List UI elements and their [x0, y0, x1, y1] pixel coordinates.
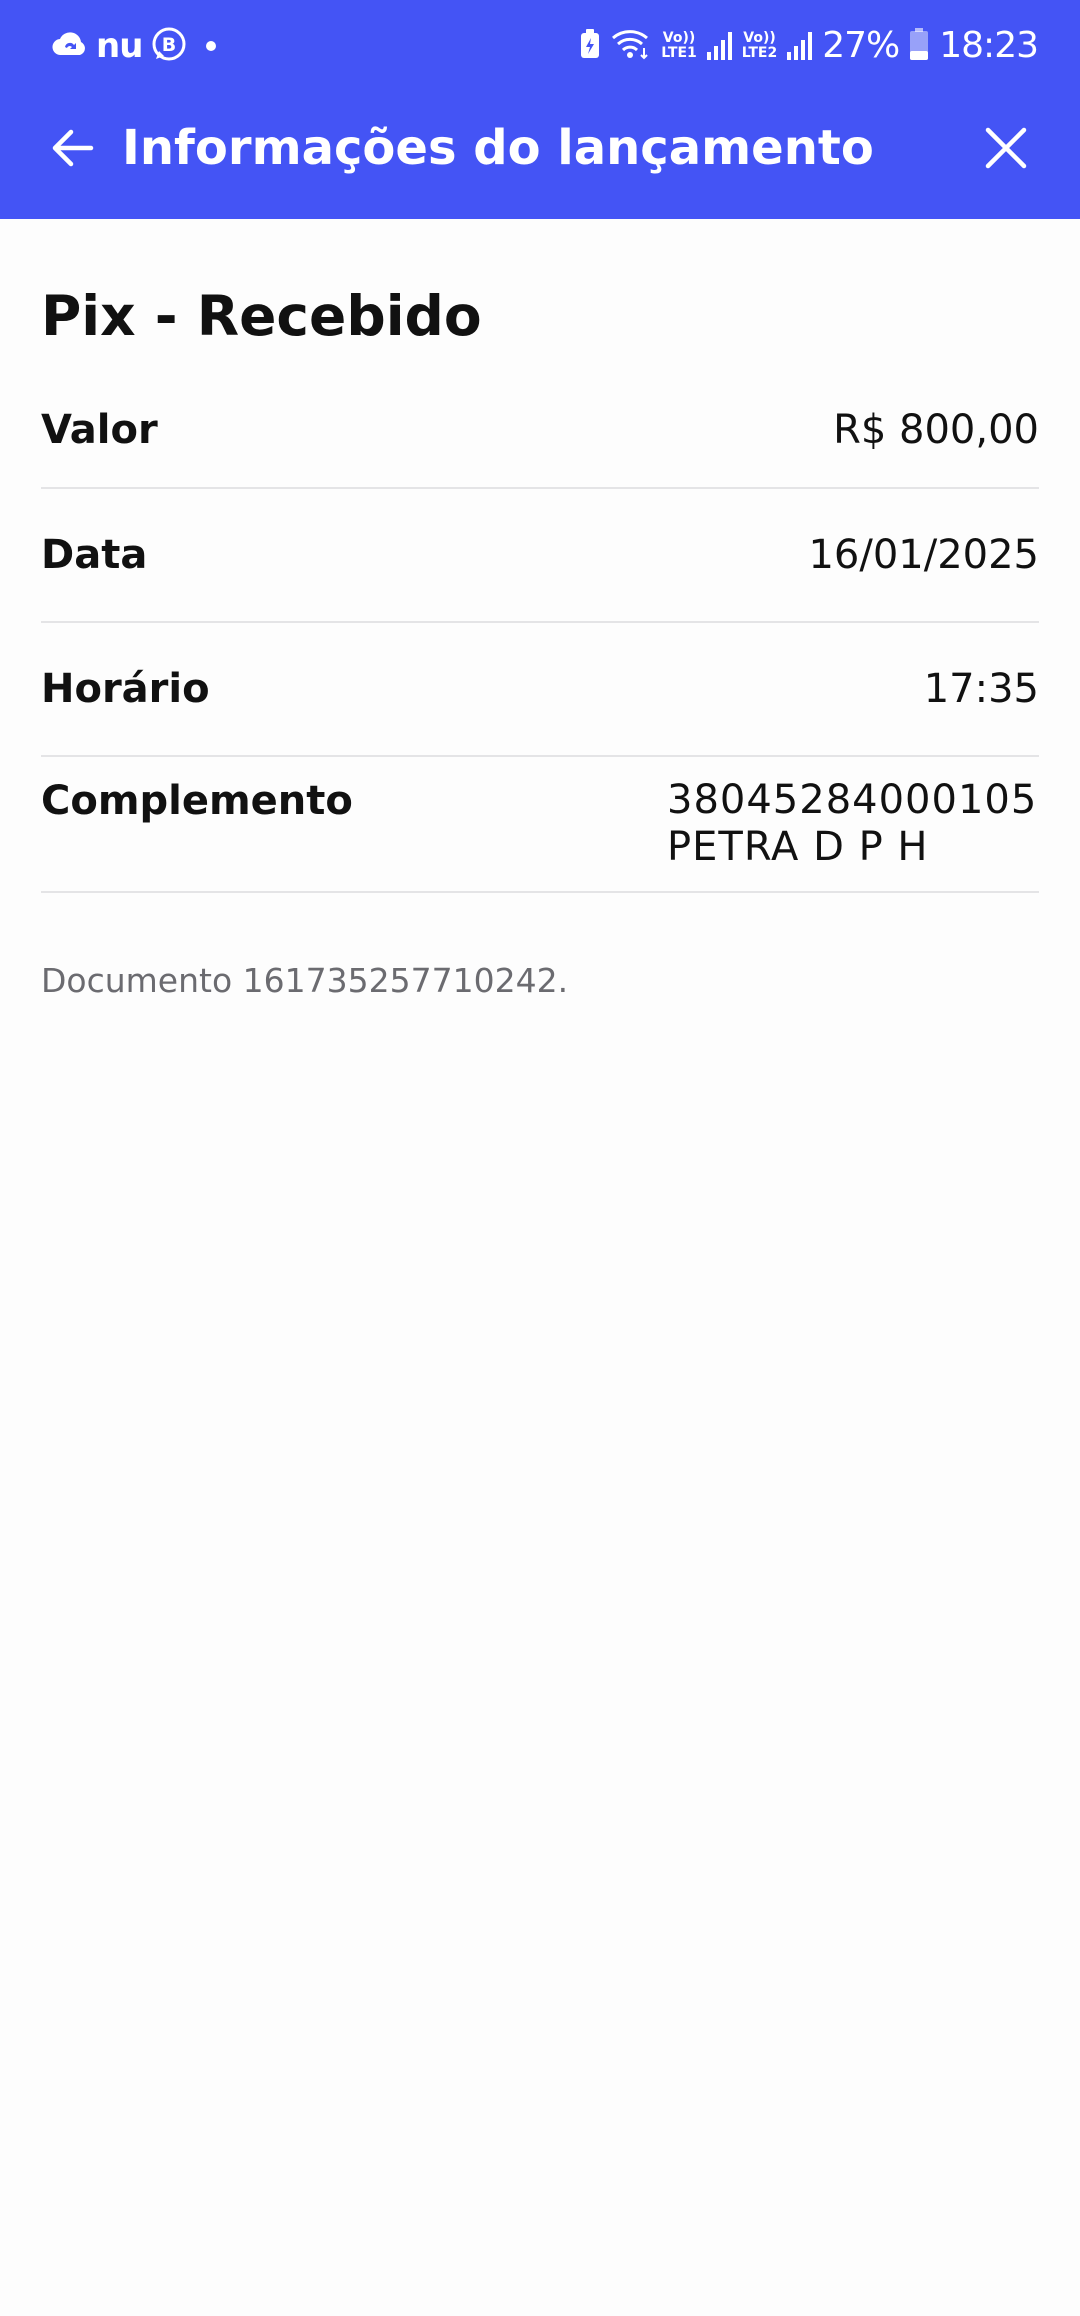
- detail-label: Data: [41, 532, 148, 578]
- document-number: Documento 161735257710242.: [41, 961, 569, 1000]
- close-icon: [984, 126, 1028, 175]
- top-app-bar: Informações do lançamento: [0, 92, 1080, 219]
- detail-value: 17:35: [923, 666, 1039, 712]
- detail-label: Horário: [41, 666, 210, 712]
- nubank-logo: nu: [96, 26, 143, 66]
- detail-row-horario: Horário 17:35: [41, 623, 1039, 757]
- whatsapp-business-icon: B: [150, 25, 188, 68]
- signal-strength-icon: [706, 32, 732, 60]
- back-button[interactable]: [44, 122, 100, 178]
- battery-percent: 27%: [822, 25, 900, 66]
- detail-row-valor: Valor R$ 800,00: [41, 373, 1039, 489]
- status-bar: nu B Vo)) LTE1 Vo)) LTE2 27% 18:23: [0, 0, 1080, 92]
- detail-value: 16/01/2025: [808, 532, 1039, 578]
- complemento-line: PETRA D P H: [667, 824, 929, 870]
- status-bar-system: Vo)) LTE1 Vo)) LTE2 27% 18:23: [579, 18, 1039, 74]
- volte-label: Vo)): [662, 30, 696, 46]
- arrow-left-icon: [49, 128, 95, 173]
- battery-icon: [909, 27, 929, 66]
- detail-list: Valor R$ 800,00 Data 16/01/2025 Horário …: [41, 373, 1039, 893]
- more-notifications-dot: [206, 41, 217, 51]
- signal-strength-icon: [787, 32, 813, 60]
- clock: 18:23: [939, 25, 1039, 66]
- lte-label: LTE2: [741, 45, 778, 61]
- detail-row-data: Data 16/01/2025: [41, 489, 1039, 623]
- close-button[interactable]: [978, 122, 1034, 178]
- complemento-line: 38045284000105: [667, 777, 1038, 823]
- lte-label: LTE1: [661, 45, 697, 61]
- detail-value: R$ 800,00: [833, 407, 1039, 453]
- detail-value: 38045284000105 PETRA D P H: [667, 777, 1039, 871]
- transaction-details: Pix - Recebido Valor R$ 800,00 Data 16/0…: [41, 219, 1039, 1001]
- detail-label: Complemento: [41, 778, 353, 824]
- cloud-sync-icon: [52, 29, 88, 64]
- battery-saver-icon: [579, 28, 601, 65]
- detail-row-complemento: Complemento 38045284000105 PETRA D P H: [41, 757, 1039, 893]
- volte-label: Vo)): [743, 30, 776, 46]
- page-title: Informações do lançamento: [122, 120, 874, 176]
- status-bar-notifications: nu B: [52, 22, 217, 70]
- lte1-indicator: Vo)) LTE1: [661, 31, 696, 61]
- svg-text:B: B: [162, 34, 176, 56]
- detail-label: Valor: [41, 407, 158, 453]
- lte2-indicator: Vo)) LTE2: [742, 31, 777, 61]
- transaction-title: Pix - Recebido: [41, 284, 482, 348]
- wifi-icon: [611, 28, 651, 65]
